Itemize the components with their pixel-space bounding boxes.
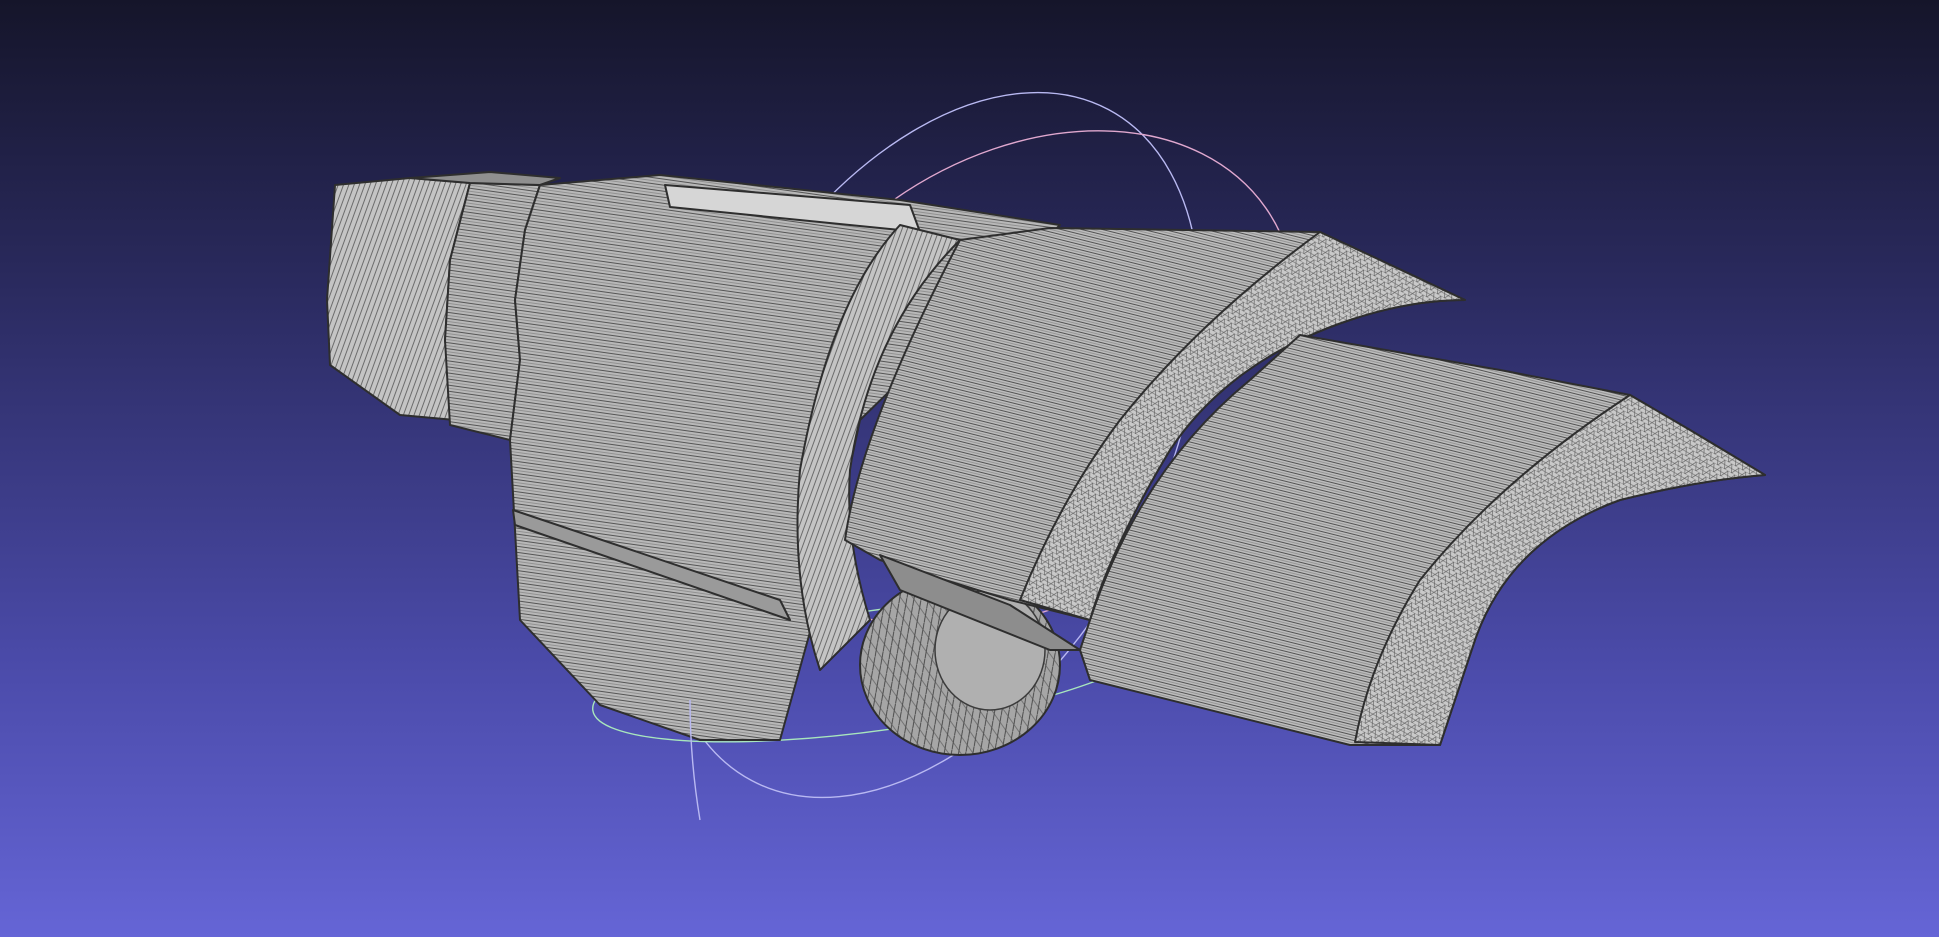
3d-viewport[interactable] <box>0 0 1939 937</box>
mesh-model[interactable] <box>326 171 1766 756</box>
mesh-scene[interactable] <box>0 0 1939 937</box>
